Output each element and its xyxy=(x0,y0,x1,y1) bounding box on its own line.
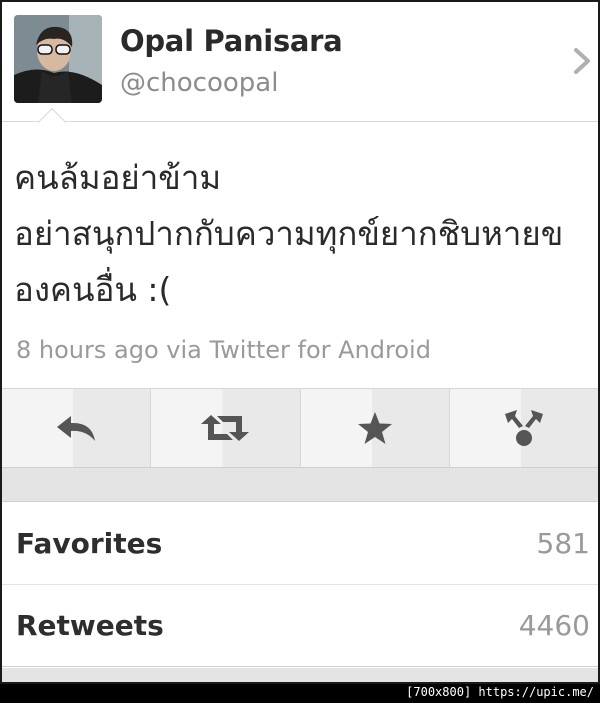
tweet-text: คนล้มอย่าข้าม อย่าสนุกปากกับความทุกข์ยาก… xyxy=(14,150,594,318)
tweet-text-line: คนล้มอย่าข้าม xyxy=(14,158,222,197)
profile-name[interactable]: Opal Panisara xyxy=(120,24,343,58)
section-divider xyxy=(2,468,598,502)
retweet-icon xyxy=(201,415,250,441)
share-icon xyxy=(504,410,543,446)
tweet-text-line: องคนอื่น :( xyxy=(14,270,172,309)
watermark: [700x800] https://upic.me/ xyxy=(406,685,594,699)
reply-button[interactable] xyxy=(2,389,152,467)
share-button[interactable] xyxy=(449,389,598,467)
avatar[interactable] xyxy=(14,15,102,103)
favorites-count: 581 xyxy=(536,527,590,560)
favorites-row[interactable]: Favorites 581 xyxy=(2,503,598,585)
tweet-detail-screen: Opal Panisara @chocoopal คนล้มอย่าข้าม อ… xyxy=(0,0,600,684)
star-icon xyxy=(357,412,392,444)
tweet-meta: 8 hours ago via Twitter for Android xyxy=(16,336,431,364)
retweets-row[interactable]: Retweets 4460 xyxy=(2,585,598,667)
retweets-count: 4460 xyxy=(518,609,590,642)
chevron-right-icon[interactable] xyxy=(572,46,594,76)
profile-handle[interactable]: @chocoopal xyxy=(120,68,278,98)
action-bar xyxy=(2,388,598,468)
bottom-spacer xyxy=(2,668,598,682)
profile-header[interactable]: Opal Panisara @chocoopal xyxy=(2,2,598,137)
profile-photo-icon xyxy=(14,15,102,103)
favorite-button[interactable] xyxy=(300,389,450,467)
retweets-label: Retweets xyxy=(16,609,164,642)
reply-icon xyxy=(57,416,96,441)
tweet-text-line: อย่าสนุกปากกับความทุกข์ยากชิบหายข xyxy=(14,214,564,253)
retweet-button[interactable] xyxy=(151,389,301,467)
favorites-label: Favorites xyxy=(16,527,163,560)
header-pointer xyxy=(37,107,67,137)
